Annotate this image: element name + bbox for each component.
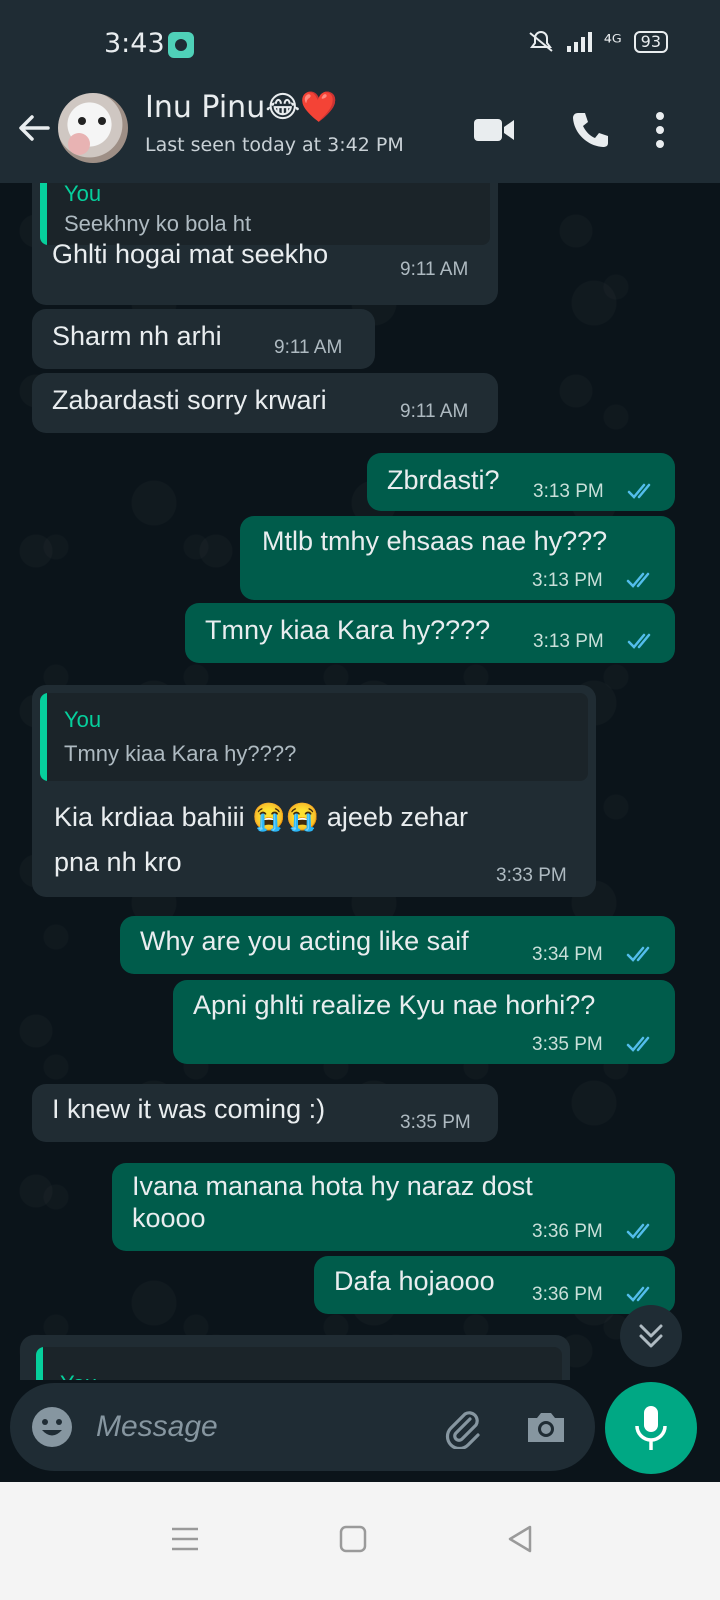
message-text: Dafa hojaooo bbox=[334, 1266, 495, 1296]
home-icon[interactable] bbox=[336, 1522, 370, 1556]
message-bubble-incoming[interactable]: You bbox=[20, 1335, 570, 1380]
message-time: 3:36 PM bbox=[532, 1284, 603, 1305]
message-composer bbox=[10, 1383, 595, 1471]
attach-icon[interactable] bbox=[440, 1405, 484, 1449]
message-bubble-incoming[interactable]: You Seekhny ko bola ht Ghlti hogai mat s… bbox=[32, 183, 498, 305]
message-time: 3:13 PM bbox=[532, 570, 603, 591]
message-bubble-outgoing[interactable]: Mtlb tmhy ehsaas nae hy??? 3:13 PM bbox=[240, 516, 675, 600]
emoji-icon[interactable] bbox=[30, 1405, 74, 1449]
message-time: 9:11 AM bbox=[400, 259, 469, 280]
quote-text: Seekhny ko bola ht bbox=[64, 211, 252, 236]
message-text: Tmny kiaa Kara hy???? bbox=[205, 615, 491, 645]
quote-text: Tmny kiaa Kara hy???? bbox=[64, 741, 297, 766]
read-receipt-icon bbox=[626, 572, 650, 588]
status-time: 3:43 bbox=[104, 28, 165, 59]
system-navigation-bar bbox=[0, 1482, 720, 1600]
back-icon[interactable] bbox=[504, 1522, 538, 1556]
read-receipt-icon bbox=[626, 1286, 650, 1302]
message-time: 9:11 AM bbox=[400, 401, 469, 422]
message-text-line2: pna nh kro bbox=[54, 847, 182, 877]
scroll-to-bottom-button[interactable] bbox=[620, 1305, 682, 1367]
battery-icon: 93 bbox=[633, 31, 668, 53]
message-text: Zabardasti sorry krwari bbox=[52, 385, 327, 415]
mute-icon bbox=[529, 31, 553, 52]
message-time: 3:33 PM bbox=[496, 865, 567, 886]
read-receipt-icon bbox=[626, 1036, 650, 1052]
chat-header: Inu Pinu😂❤️ Last seen today at 3:42 PM bbox=[0, 88, 720, 183]
message-bubble-incoming[interactable]: I knew it was coming :) 3:35 PM bbox=[32, 1084, 498, 1142]
message-bubble-outgoing[interactable]: Zbrdasti? 3:13 PM bbox=[367, 453, 675, 511]
contact-avatar[interactable] bbox=[58, 93, 128, 163]
read-receipt-icon bbox=[627, 633, 651, 649]
mic-icon bbox=[635, 1406, 667, 1450]
read-receipt-icon bbox=[626, 946, 650, 962]
last-seen-status: Last seen today at 3:42 PM bbox=[145, 134, 404, 156]
message-text: Why are you acting like saif bbox=[140, 926, 469, 956]
message-text: Zbrdasti? bbox=[387, 465, 500, 495]
quoted-message[interactable]: You Tmny kiaa Kara hy???? bbox=[40, 693, 588, 781]
quote-author: You bbox=[64, 183, 102, 206]
status-icons: ⁴ᴳ 93 bbox=[528, 30, 668, 54]
signal-icon bbox=[566, 32, 592, 52]
quote-author: You bbox=[64, 707, 102, 732]
message-input[interactable] bbox=[96, 1403, 416, 1451]
message-time: 3:13 PM bbox=[533, 481, 604, 502]
message-text: Kia krdiaa bahiii 😭😭 ajeeb zehar bbox=[54, 802, 468, 832]
read-receipt-icon bbox=[627, 483, 651, 499]
voice-record-button[interactable] bbox=[605, 1382, 697, 1474]
message-text: Ivana manana hota hy naraz dost bbox=[132, 1171, 533, 1201]
quote-author: You bbox=[60, 1371, 97, 1380]
message-text: Mtlb tmhy ehsaas nae hy??? bbox=[262, 526, 608, 556]
message-text-line2: koooo bbox=[132, 1203, 206, 1233]
message-bubble-outgoing[interactable]: Why are you acting like saif 3:34 PM bbox=[120, 916, 675, 974]
message-time: 3:13 PM bbox=[533, 631, 604, 652]
message-bubble-outgoing[interactable]: Apni ghlti realize Kyu nae horhi?? 3:35 … bbox=[173, 980, 675, 1064]
double-chevron-down-icon bbox=[639, 1324, 663, 1348]
menu-icon[interactable] bbox=[168, 1522, 202, 1556]
chat-messages[interactable]: You Seekhny ko bola ht Ghlti hogai mat s… bbox=[0, 183, 720, 1380]
message-time: 9:11 AM bbox=[274, 337, 343, 358]
message-text: I knew it was coming :) bbox=[52, 1094, 326, 1124]
notification-app-icon bbox=[168, 32, 194, 58]
message-bubble-outgoing[interactable]: Ivana manana hota hy naraz dost koooo 3:… bbox=[112, 1163, 675, 1251]
message-time: 3:35 PM bbox=[532, 1034, 603, 1055]
video-icon[interactable] bbox=[472, 108, 516, 152]
message-time: 3:36 PM bbox=[532, 1221, 603, 1242]
camera-icon[interactable] bbox=[524, 1405, 568, 1449]
network-type: ⁴ᴳ bbox=[603, 30, 622, 54]
message-text: Sharm nh arhi bbox=[52, 321, 222, 351]
message-text: Apni ghlti realize Kyu nae horhi?? bbox=[193, 990, 596, 1020]
message-time: 3:35 PM bbox=[400, 1112, 471, 1133]
message-bubble-incoming[interactable]: Zabardasti sorry krwari 9:11 AM bbox=[32, 373, 498, 433]
message-bubble-incoming[interactable]: Sharm nh arhi 9:11 AM bbox=[32, 309, 375, 369]
read-receipt-icon bbox=[626, 1223, 650, 1239]
more-vertical-icon[interactable] bbox=[648, 108, 672, 152]
message-time: 3:34 PM bbox=[532, 944, 603, 965]
back-arrow-icon[interactable] bbox=[14, 108, 54, 148]
message-text: Ghlti hogai mat seekho bbox=[52, 239, 329, 269]
phone-icon[interactable] bbox=[568, 108, 612, 152]
message-bubble-incoming[interactable]: You Tmny kiaa Kara hy???? Kia krdiaa bah… bbox=[32, 685, 596, 897]
message-bubble-outgoing[interactable]: Tmny kiaa Kara hy???? 3:13 PM bbox=[185, 603, 675, 663]
contact-name[interactable]: Inu Pinu😂❤️ bbox=[145, 90, 338, 125]
quoted-message[interactable]: You bbox=[36, 1347, 562, 1380]
quoted-message[interactable]: You Seekhny ko bola ht bbox=[40, 183, 490, 245]
status-bar: 3:43 ⁴ᴳ 93 bbox=[0, 0, 720, 88]
